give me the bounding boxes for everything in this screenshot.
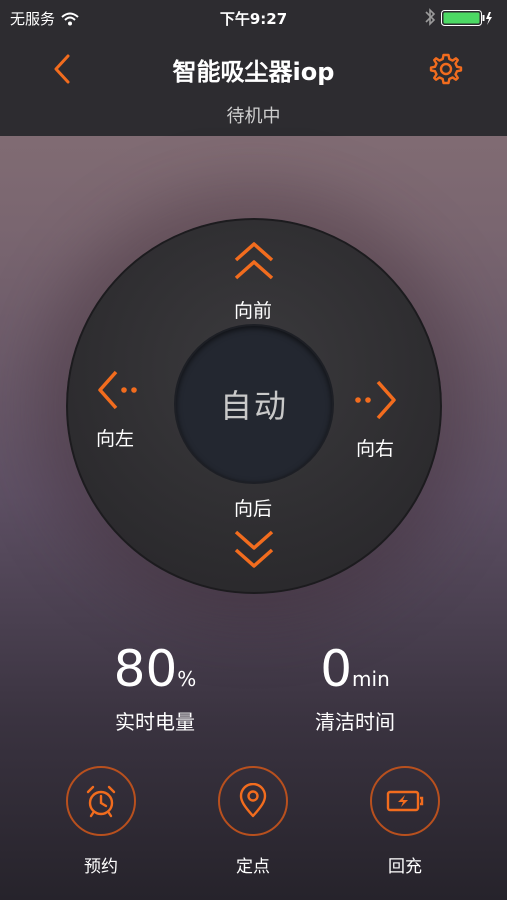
auto-mode-button[interactable]: 自动	[176, 326, 332, 482]
clean-time-label: 清洁时间	[315, 710, 395, 734]
recharge-button[interactable]	[370, 766, 440, 836]
clean-time-value: 0	[320, 640, 353, 698]
left-button[interactable]	[94, 368, 140, 412]
spot-clean-button[interactable]	[218, 766, 288, 836]
device-status: 待机中	[226, 106, 281, 127]
right-label: 向右	[356, 438, 395, 460]
alarm-clock-icon	[86, 785, 116, 818]
location-pin-icon	[239, 783, 267, 818]
schedule-button[interactable]	[66, 766, 136, 836]
battery-value: 80	[113, 640, 178, 698]
backward-button[interactable]	[232, 524, 276, 572]
status-bar: 无服务 下午9:27	[0, 0, 507, 36]
battery-stat: 80%	[90, 640, 220, 698]
recharge-label: 回充	[388, 857, 422, 877]
settings-button[interactable]	[429, 52, 463, 86]
battery-charge-icon	[386, 790, 424, 812]
forward-button[interactable]	[232, 238, 276, 286]
battery-label: 实时电量	[115, 710, 195, 734]
clean-time-stat: 0min	[290, 640, 420, 698]
forward-label: 向前	[234, 300, 273, 322]
spot-clean-label: 定点	[236, 857, 270, 877]
clean-time-unit: min	[352, 667, 390, 691]
battery-unit: %	[177, 667, 197, 691]
left-label: 向左	[96, 428, 135, 450]
backward-label: 向后	[234, 498, 273, 520]
auto-mode-label: 自动	[219, 387, 288, 425]
schedule-label: 预约	[84, 857, 118, 877]
bluetooth-icon	[425, 8, 436, 26]
battery-status-icon	[441, 10, 492, 26]
right-button[interactable]	[352, 378, 400, 422]
